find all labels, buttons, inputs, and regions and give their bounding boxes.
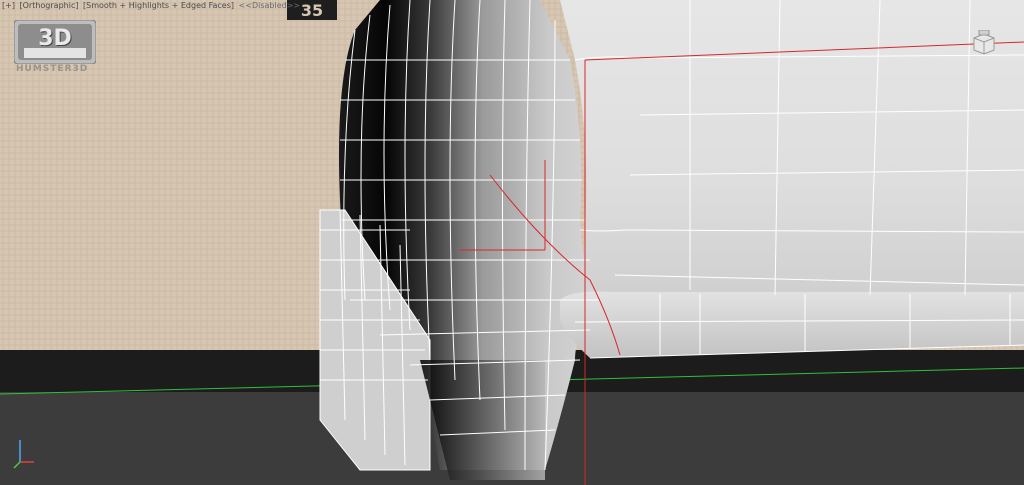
logo-text: 3D (38, 26, 72, 51)
viewport-label[interactable]: [+] [Orthographic] [Smooth + Highlights … (2, 1, 302, 11)
wall-sign-text: 35 (301, 1, 323, 20)
viewport-perspective[interactable]: 35 [+] [Orthographic] [Smooth + Highligh… (0, 0, 1024, 485)
watermark-text: HUMSTER3D (16, 64, 89, 74)
axis-tripod-icon (13, 440, 34, 469)
viewport-view-type[interactable]: [Orthographic] (20, 1, 79, 10)
viewport-status: <<Disabled>> (238, 1, 301, 10)
watermark-logo: 3D (14, 20, 96, 64)
viewport-scene[interactable]: 35 (0, 0, 1024, 485)
viewport-menu-plus[interactable]: [+] (2, 1, 15, 10)
viewport-shading-mode[interactable]: [Smooth + Highlights + Edged Faces] (83, 1, 234, 10)
viewcube-icon[interactable] (968, 30, 1000, 58)
